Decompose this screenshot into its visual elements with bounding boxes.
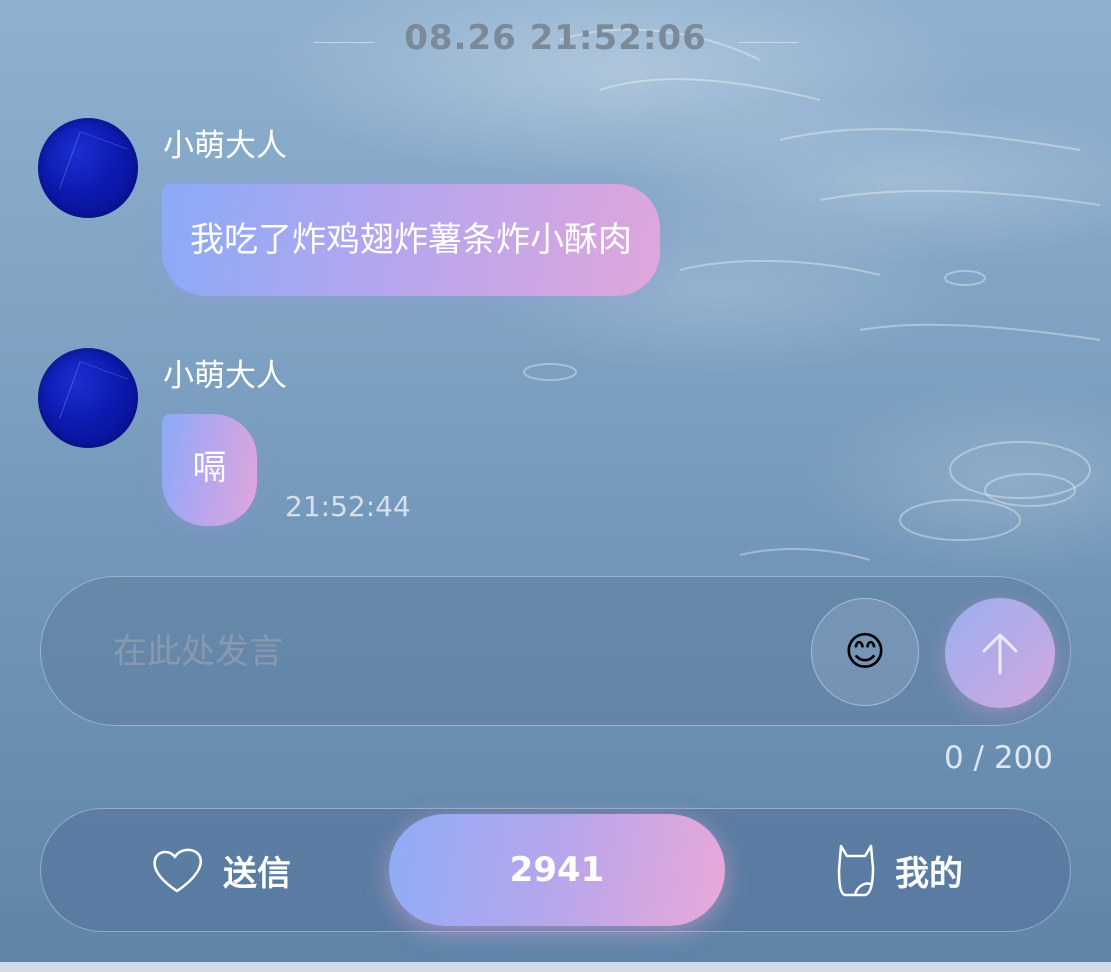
avatar[interactable] [38, 118, 138, 218]
sender-name: 小萌大人 [163, 358, 287, 394]
message-bubble[interactable]: 嗝 [162, 414, 257, 526]
message-composer: 😊 [40, 576, 1071, 726]
character-counter: 0 / 200 [943, 740, 1053, 776]
header-divider-right [738, 42, 798, 43]
arrow-up-icon [982, 633, 1018, 675]
message-input[interactable] [111, 621, 755, 683]
send-button[interactable] [945, 598, 1055, 708]
heart-outline-icon [149, 845, 205, 895]
bottom-strip [0, 962, 1111, 972]
bottom-navigation: 送信 2941 我的 [40, 808, 1071, 932]
send-letter-label: 送信 [223, 853, 291, 894]
smiley-face-icon: 😊 [844, 629, 886, 675]
profile-label: 我的 [895, 853, 963, 894]
profile-button[interactable]: 我的 [835, 809, 963, 931]
avatar[interactable] [38, 348, 138, 448]
center-count-button[interactable]: 2941 [389, 814, 725, 926]
sender-name: 小萌大人 [163, 128, 287, 164]
emoji-button[interactable]: 😊 [811, 598, 919, 706]
message-time: 21:52:44 [285, 490, 411, 523]
cat-outline-icon [835, 842, 877, 898]
conversation-timestamp: 08.26 21:52:06 [404, 18, 707, 58]
send-letter-button[interactable]: 送信 [149, 809, 291, 931]
message-bubble[interactable]: 我吃了炸鸡翅炸薯条炸小酥肉 [162, 184, 660, 296]
